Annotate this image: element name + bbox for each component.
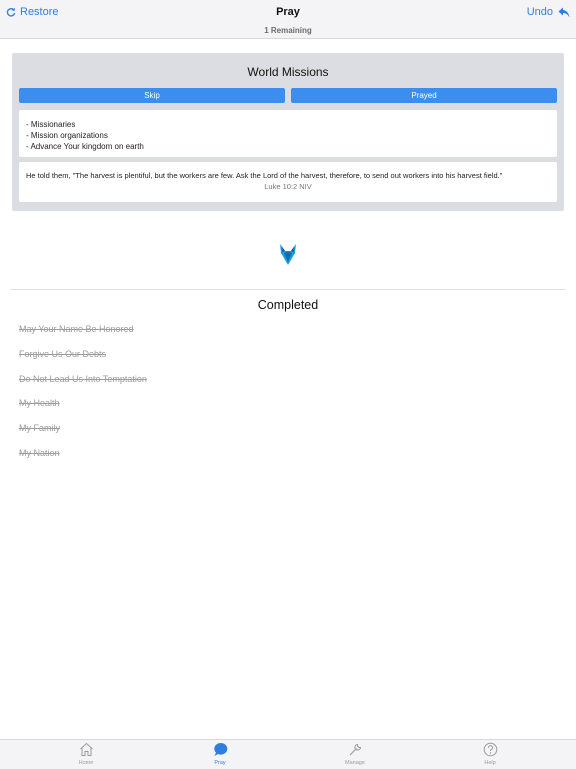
completed-item[interactable]: My Family	[19, 421, 147, 446]
undo-button[interactable]: Undo	[527, 6, 570, 18]
tab-label: Pray	[214, 760, 226, 766]
nav-bar: Restore Pray 1 Remaining Undo	[0, 0, 576, 39]
remaining-count: 1 Remaining	[264, 26, 312, 35]
question-icon	[483, 742, 497, 757]
tab-bar: Home Pray Manage Help	[0, 739, 576, 769]
prayer-point: - Missionaries	[26, 120, 76, 129]
undo-arrow-icon	[558, 7, 570, 17]
section-divider	[10, 289, 566, 290]
scripture-box: He told them, "The harvest is plentiful,…	[19, 162, 557, 202]
tab-help[interactable]: Help	[418, 742, 562, 766]
completed-item[interactable]: May Your Name Be Honored	[19, 322, 147, 347]
verse-reference: Luke 10:2 NIV	[264, 182, 312, 191]
skip-button[interactable]: Skip	[19, 88, 285, 103]
tab-pray[interactable]: Pray	[148, 742, 292, 766]
fox-logo-icon	[280, 244, 296, 265]
wrench-icon	[349, 743, 361, 756]
completed-item[interactable]: Do Not Lead Us Into Temptation	[19, 372, 147, 397]
page-title: Pray	[276, 6, 300, 18]
prayer-title: World Missions	[247, 65, 329, 79]
completed-heading: Completed	[257, 298, 319, 312]
completed-item[interactable]: Forgive Us Our Debts	[19, 347, 147, 372]
verse-text: He told them, "The harvest is plentiful,…	[26, 171, 503, 180]
home-icon	[79, 742, 93, 756]
chat-bubble-icon	[213, 743, 227, 756]
completed-list: May Your Name Be Honored Forgive Us Our …	[19, 322, 147, 471]
tab-manage[interactable]: Manage	[283, 742, 427, 766]
prayer-point: - Mission organizations	[26, 131, 108, 140]
prayer-point: - Advance Your kingdom on earth	[26, 142, 144, 151]
completed-item[interactable]: My Nation	[19, 446, 147, 471]
tab-label: Help	[484, 760, 496, 766]
tab-label: Home	[78, 760, 94, 766]
prayer-card: World Missions Skip Prayed - Missionarie…	[12, 53, 564, 211]
prayed-button[interactable]: Prayed	[291, 88, 557, 103]
tab-home[interactable]: Home	[14, 742, 158, 766]
undo-label: Undo	[526, 6, 553, 18]
prayer-points: - Missionaries - Mission organizations -…	[19, 110, 557, 157]
completed-item[interactable]: My Health	[19, 396, 147, 421]
tab-label: Manage	[345, 760, 365, 766]
